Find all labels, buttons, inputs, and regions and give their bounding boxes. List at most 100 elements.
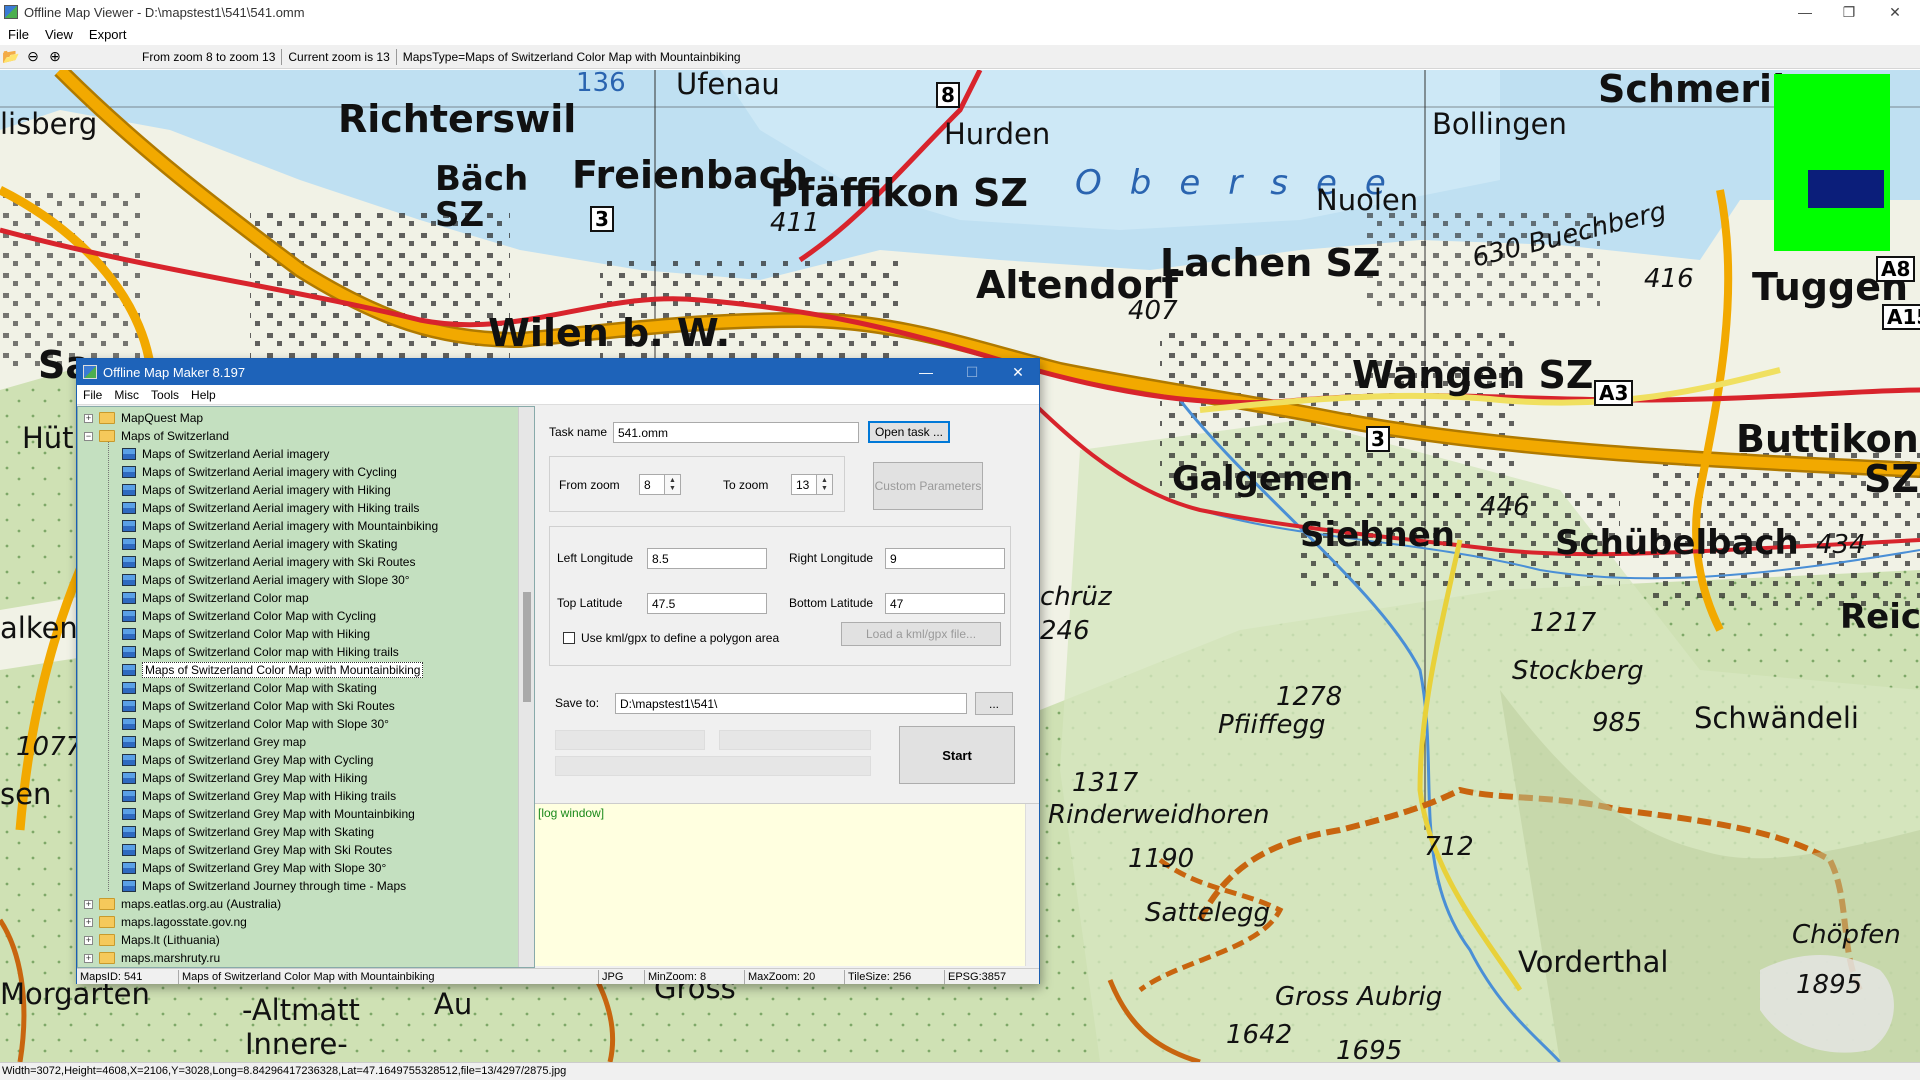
- maker-maximize-icon[interactable]: ☐: [949, 359, 995, 385]
- kml-checkbox[interactable]: [563, 632, 575, 644]
- tree-map-item[interactable]: Maps of Switzerland Color Map with Ski R…: [122, 697, 395, 715]
- tree-folder-item[interactable]: + Maps.lt (Lithuania): [84, 931, 220, 949]
- route-a3-marker: A3: [1594, 380, 1634, 406]
- tree-map-item[interactable]: Maps of Switzerland Journey through time…: [122, 877, 406, 895]
- tree-item-label: Maps of Switzerland Aerial imagery with …: [142, 501, 420, 515]
- maker-titlebar[interactable]: Offline Map Maker 8.197 — ☐ ✕: [77, 359, 1039, 385]
- tree-map-item[interactable]: Maps of Switzerland Aerial imagery with …: [122, 535, 397, 553]
- tree-scrollbar[interactable]: [518, 407, 534, 967]
- task-name-input[interactable]: 541.omm: [613, 422, 859, 443]
- tree-folder-item[interactable]: + maps.eatlas.org.au (Australia): [84, 895, 281, 913]
- tree-map-item[interactable]: Maps of Switzerland Color map with Hikin…: [122, 643, 399, 661]
- minimize-icon[interactable]: —: [1782, 0, 1828, 24]
- bottom-latitude-input[interactable]: 47: [885, 593, 1005, 614]
- label-au: Au: [434, 987, 473, 1021]
- tree-map-item[interactable]: Maps of Switzerland Grey Map with Cyclin…: [122, 751, 373, 769]
- menu-view[interactable]: View: [37, 27, 81, 42]
- tree-item-label: Maps of Switzerland Aerial imagery with …: [142, 483, 391, 497]
- log-scrollbar[interactable]: [1025, 804, 1039, 966]
- label-morgarten: Morgarten: [0, 977, 150, 1011]
- expand-icon[interactable]: +: [84, 899, 93, 909]
- maker-menu-help[interactable]: Help: [185, 388, 222, 402]
- custom-parameters-button[interactable]: Custom Parameters: [873, 462, 983, 510]
- label-richterswil: Richterswil: [338, 97, 577, 141]
- maker-minimize-icon[interactable]: —: [903, 359, 949, 385]
- menu-file[interactable]: File: [0, 27, 37, 42]
- label-1695: 1695: [1336, 1036, 1403, 1062]
- label-schwandeli: Schwändeli: [1694, 701, 1859, 735]
- tree-item-label: Maps of Switzerland Grey Map with Ski Ro…: [142, 843, 393, 857]
- close-icon[interactable]: ✕: [1872, 0, 1918, 24]
- tree-folder-item[interactable]: + MapQuest Map: [84, 409, 203, 427]
- maker-menu-tools[interactable]: Tools: [145, 388, 185, 402]
- map-layer-icon: [122, 628, 136, 640]
- label-1317: 1317: [1072, 768, 1139, 798]
- tree-map-item[interactable]: Maps of Switzerland Grey Map with Ski Ro…: [122, 841, 392, 859]
- tree-map-item[interactable]: Maps of Switzerland Color Map with Slope…: [122, 715, 389, 733]
- zoom-out-icon[interactable]: ⊖: [22, 47, 44, 67]
- maps-tree[interactable]: + MapQuest Map − Maps of Switzerland Maps of…: [77, 406, 535, 968]
- tree-map-item[interactable]: Maps of Switzerland Grey Map with Hiking…: [122, 787, 396, 805]
- map-layer-icon: [122, 862, 136, 874]
- tree-item-label: Maps of Switzerland Journey through time…: [142, 879, 407, 893]
- log-window[interactable]: [log window]: [535, 803, 1039, 966]
- browse-button[interactable]: ...: [975, 692, 1013, 715]
- tree-map-item[interactable]: Maps of Switzerland Aerial imagery with …: [122, 499, 419, 517]
- tree-map-item[interactable]: Maps of Switzerland Color map: [122, 589, 309, 607]
- tree-map-item[interactable]: Maps of Switzerland Grey map: [122, 733, 306, 751]
- folder-icon: [99, 412, 115, 424]
- tree-scroll-thumb[interactable]: [523, 592, 531, 702]
- maker-menu-misc[interactable]: Misc: [108, 388, 145, 402]
- tree-map-item[interactable]: Maps of Switzerland Grey Map with Slope …: [122, 859, 386, 877]
- tree-map-item[interactable]: Maps of Switzerland Grey Map with Mounta…: [122, 805, 415, 823]
- from-zoom-spinner[interactable]: ▲ ▼: [665, 474, 681, 495]
- start-button[interactable]: Start: [899, 726, 1015, 784]
- left-longitude-label: Left Longitude: [557, 551, 634, 565]
- tree-map-item[interactable]: Maps of Switzerland Aerial imagery with …: [122, 517, 438, 535]
- tree-item-label: Maps of Switzerland Color Map with Ski R…: [142, 699, 395, 713]
- tree-map-item[interactable]: Maps of Switzerland Color Map with Skati…: [122, 679, 377, 697]
- tree-map-item[interactable]: Maps of Switzerland Aerial imagery with …: [122, 571, 410, 589]
- tree-map-item[interactable]: Maps of Switzerland Color Map with Hikin…: [122, 625, 370, 643]
- tree-map-item[interactable]: Maps of Switzerland Color Map with Mount…: [122, 661, 424, 679]
- label-1278: 1278: [1276, 682, 1343, 712]
- restore-icon[interactable]: ❐: [1826, 0, 1872, 24]
- tree-map-item[interactable]: Maps of Switzerland Grey Map with Hiking: [122, 769, 367, 787]
- tree-map-item[interactable]: Maps of Switzerland Aerial imagery with …: [122, 481, 391, 499]
- tree-item-label: Maps of Switzerland Aerial imagery with …: [142, 555, 416, 569]
- bottom-latitude-label: Bottom Latitude: [789, 596, 874, 610]
- tree-map-item[interactable]: Maps of Switzerland Aerial imagery with …: [122, 463, 397, 481]
- overview-minimap[interactable]: [1774, 74, 1890, 251]
- tree-folder-item[interactable]: + maps.marshruty.ru: [84, 949, 220, 967]
- expand-icon[interactable]: +: [84, 917, 93, 927]
- zoom-in-icon[interactable]: ⊕: [44, 47, 66, 67]
- menu-export[interactable]: Export: [81, 27, 135, 42]
- to-zoom-input[interactable]: 13: [791, 474, 817, 495]
- folder-icon: [99, 952, 115, 964]
- left-longitude-input[interactable]: 8.5: [647, 548, 767, 569]
- tree-map-item[interactable]: Maps of Switzerland Aerial imagery with …: [122, 553, 415, 571]
- open-folder-icon[interactable]: 📂: [0, 47, 22, 67]
- expand-icon[interactable]: +: [84, 413, 93, 423]
- open-task-button[interactable]: Open task ...: [868, 421, 950, 443]
- tree-map-item[interactable]: Maps of Switzerland Color Map with Cycli…: [122, 607, 376, 625]
- tree-item-label: MapQuest Map: [121, 411, 204, 425]
- top-latitude-input[interactable]: 47.5: [647, 593, 767, 614]
- save-to-input[interactable]: D:\mapstest1\541\: [615, 693, 967, 714]
- expand-icon[interactable]: +: [84, 935, 93, 945]
- collapse-icon[interactable]: −: [84, 431, 93, 441]
- maker-menu-file[interactable]: File: [77, 388, 108, 402]
- to-zoom-spinner[interactable]: ▲ ▼: [817, 474, 833, 495]
- tree-folder-item[interactable]: + maps.lagosstate.gov.ng: [84, 913, 247, 931]
- right-longitude-input[interactable]: 9: [885, 548, 1005, 569]
- load-kml-button[interactable]: Load a kml/gpx file...: [841, 622, 1001, 646]
- tree-map-item[interactable]: Maps of Switzerland Aerial imagery: [122, 445, 329, 463]
- map-layer-icon: [122, 736, 136, 748]
- tree-map-item[interactable]: Maps of Switzerland Grey Map with Skatin…: [122, 823, 374, 841]
- expand-icon[interactable]: +: [84, 953, 93, 963]
- tree-folder-item[interactable]: − Maps of Switzerland: [84, 427, 229, 445]
- from-zoom-input[interactable]: 8: [639, 474, 665, 495]
- label-pfaffikon: Pfäffikon SZ: [770, 171, 1028, 215]
- maker-close-icon[interactable]: ✕: [995, 359, 1041, 385]
- overview-viewport-rect[interactable]: [1808, 170, 1884, 208]
